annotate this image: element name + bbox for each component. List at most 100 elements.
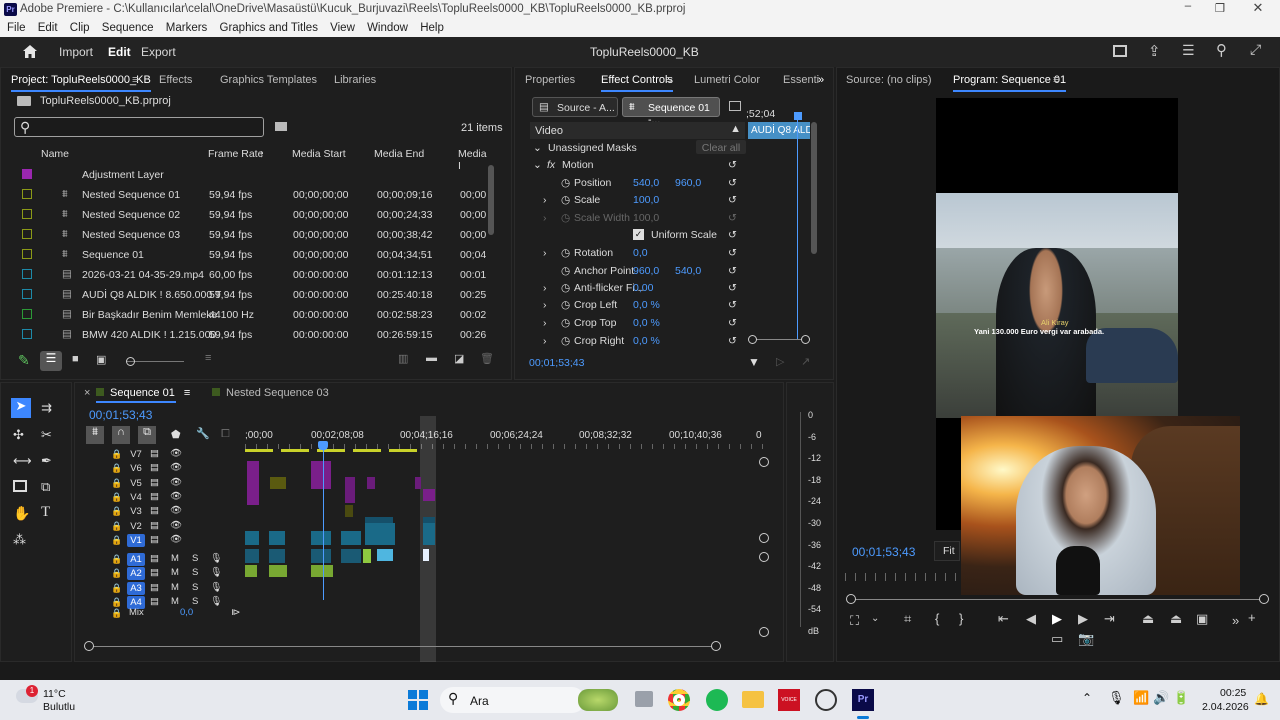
track-label[interactable]: V6	[127, 462, 145, 475]
stopwatch-icon[interactable]: ◷	[561, 177, 570, 189]
task-view-icon[interactable]	[635, 691, 653, 707]
tab-program-monitor[interactable]: Program: Sequence 01	[953, 74, 1067, 92]
fullscreen-icon[interactable]: ⤢	[1250, 41, 1261, 58]
track-lock-icon[interactable]: 🔒	[111, 583, 122, 594]
expand-crop-left-icon[interactable]: ›	[543, 299, 547, 311]
stopwatch-icon[interactable]: ◷	[561, 335, 570, 346]
reset-crop-top-icon[interactable]: ↺	[728, 317, 737, 329]
menu-view[interactable]: View	[330, 22, 355, 34]
expand-masks-icon[interactable]: ⌄	[533, 142, 542, 154]
go-to-out-icon[interactable]: ⇥	[1104, 611, 1115, 627]
step-forward-icon[interactable]: ▶	[1078, 611, 1088, 627]
export-frame-icon[interactable]: ▣	[1196, 611, 1208, 627]
ec-zoom-scroll[interactable]	[752, 339, 806, 340]
track-sync-icon[interactable]: ▤	[150, 477, 159, 488]
track-mic-icon[interactable]: 🎙	[210, 553, 222, 564]
track-eye-icon[interactable]: 👁	[170, 448, 182, 459]
program-zoom-right-handle[interactable]	[1259, 594, 1269, 604]
fit-dropdown[interactable]: Fit	[934, 541, 960, 561]
timeline-vscroll-bottom[interactable]	[759, 627, 769, 637]
project-item-row[interactable]: ▤ 2026-03-21 04-35-29.mp4 60,00 fps 00:00:0…	[0, 265, 486, 285]
project-item-row[interactable]: ▤ Bir Başkadır Benim Memleke 44100 Hz 00:00…	[0, 305, 486, 325]
menu-file[interactable]: File	[7, 22, 26, 34]
expand-motion-icon[interactable]: ⌄	[533, 159, 542, 171]
export-tab[interactable]: Export	[141, 45, 176, 59]
crop-right-value[interactable]: 0,0 %	[633, 335, 660, 346]
col-name[interactable]: Name	[41, 148, 69, 160]
track-header-v2[interactable]: 🔒 V2 ▤ 👁	[100, 520, 245, 534]
menu-window[interactable]: Window	[367, 22, 408, 34]
clip-v3-olive[interactable]	[345, 505, 353, 517]
track-lock-icon[interactable]: 🔒	[111, 478, 122, 489]
clip-v1-teal[interactable]	[245, 531, 259, 545]
ec-zoom-handle-right[interactable]	[801, 335, 810, 344]
timeline-hscroll-bar[interactable]	[89, 646, 716, 647]
wifi-icon[interactable]: 📶	[1133, 690, 1149, 706]
trash-icon[interactable]: 🗑	[480, 352, 494, 365]
clip-v1-teal-3[interactable]	[311, 531, 331, 545]
zoom-slider-handle[interactable]	[126, 357, 135, 366]
position-y-value[interactable]: 960,0	[675, 177, 701, 189]
hand-tool-icon[interactable]: ✋	[13, 505, 30, 522]
mix-value[interactable]: 0,0	[180, 607, 193, 618]
menu-sequence[interactable]: Sequence	[102, 22, 154, 34]
new-bin-icon[interactable]: ▬	[426, 352, 437, 364]
crop-top-value[interactable]: 0,0 %	[633, 317, 660, 329]
chrome-icon[interactable]	[668, 689, 690, 711]
source-clip-button[interactable]: ▤ Source - A...	[532, 97, 618, 117]
clip-v4-purple-4[interactable]	[423, 489, 435, 501]
tray-chevron-icon[interactable]: ⌃	[1082, 691, 1092, 705]
clip-a1-green[interactable]	[363, 549, 371, 563]
track-eye-icon[interactable]: 👁	[170, 534, 182, 545]
ripple-edit-tool-icon[interactable]: ✣	[13, 427, 24, 443]
track-solo-button[interactable]: S	[192, 567, 198, 578]
track-header-v3[interactable]: 🔒 V3 ▤ 👁	[100, 505, 245, 519]
antiflicker-value[interactable]: 0,00	[633, 282, 653, 294]
track-header-v6[interactable]: 🔒 V6 ▤ 👁	[100, 462, 245, 476]
project-item-row[interactable]: ⩩ Sequence 01 59,94 fps 00;00;00;00 00;04;34…	[0, 245, 486, 265]
label-color-swatch[interactable]	[22, 289, 32, 299]
tab-essential[interactable]: Essenti	[783, 74, 819, 86]
selection-tool-icon[interactable]: ➤	[11, 398, 31, 418]
weather-text[interactable]: Bulutlu	[43, 701, 75, 713]
rotation-value[interactable]: 0,0	[633, 247, 648, 259]
reset-anchor-icon[interactable]: ↺	[728, 265, 737, 277]
tab-source-monitor[interactable]: Source: (no clips)	[846, 74, 932, 86]
timeline-timecode[interactable]: 00;01;53;43	[89, 408, 152, 422]
comparison-view-icon[interactable]: ▭	[1051, 631, 1063, 647]
more-controls-icon[interactable]: »	[1232, 613, 1239, 628]
clip-a1-teal[interactable]	[245, 549, 259, 563]
track-label[interactable]: V7	[127, 448, 145, 461]
program-zoom-left-handle[interactable]	[846, 594, 856, 604]
track-mute-button[interactable]: M	[171, 582, 179, 593]
safe-margins-icon[interactable]: ⛶	[850, 613, 859, 629]
minimize-icon[interactable]: –	[1180, 0, 1196, 19]
ec-timecode[interactable]: 00;01;53;43	[529, 357, 584, 369]
reset-uniform-icon[interactable]: ↺	[728, 229, 737, 241]
camera-icon[interactable]: 📷	[1078, 631, 1094, 647]
col-media-start[interactable]: Media Start	[292, 148, 346, 160]
clip-a2-green-3[interactable]	[311, 565, 333, 577]
track-mic-icon[interactable]: 🎙	[210, 596, 222, 607]
weather-temp[interactable]: 11°C	[43, 688, 66, 700]
track-lock-icon[interactable]: 🔒	[111, 521, 122, 532]
expand-rotation-icon[interactable]: ›	[543, 247, 547, 259]
reset-crop-right-icon[interactable]: ↺	[728, 335, 737, 346]
menu-clip[interactable]: Clip	[70, 22, 90, 34]
step-back-icon[interactable]: ◀	[1026, 611, 1036, 627]
reset-motion-icon[interactable]: ↺	[728, 159, 737, 171]
program-tab-menu-icon[interactable]: ≡	[1053, 74, 1059, 86]
anchor-y-value[interactable]: 540,0	[675, 265, 701, 277]
lift-icon[interactable]: ⏏	[1142, 611, 1154, 627]
playhead-line[interactable]	[323, 445, 324, 600]
track-lock-icon[interactable]: 🔒	[111, 608, 122, 619]
project-item-row[interactable]: ▤ AUDİ Q8 ALDIK ! 8.650.000 T 59,94 fps 00:…	[0, 285, 486, 305]
track-mute-button[interactable]: M	[171, 596, 179, 607]
project-item-row[interactable]: ▤ BMW 420 ALDIK ! 1.215.000 59,94 fps 00:00…	[0, 325, 486, 340]
track-label[interactable]: V4	[127, 491, 145, 504]
track-select-tool-icon[interactable]: ⇉	[41, 400, 52, 416]
track-mute-button[interactable]: M	[171, 553, 179, 564]
add-marker-icon[interactable]: ⌗	[904, 611, 911, 627]
menu-help[interactable]: Help	[420, 22, 444, 34]
play-audio-icon[interactable]: ▷	[776, 355, 784, 368]
